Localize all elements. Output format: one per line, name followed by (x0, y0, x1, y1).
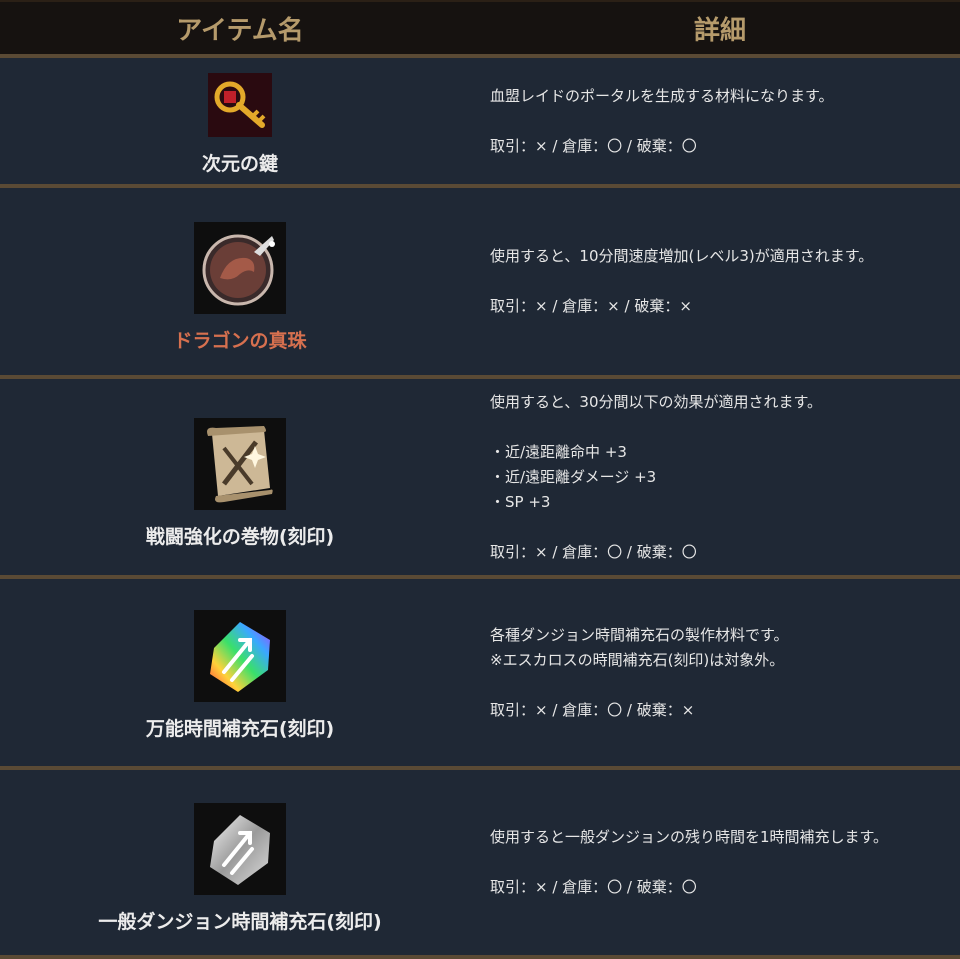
effect-line: ・近/遠距離ダメージ +3 (490, 467, 657, 486)
item-name: ドラゴンの真珠 (173, 330, 307, 352)
trade-info: 取引：× / 倉庫：〇 / 破棄：〇 (490, 542, 697, 561)
table-row: 次元の鍵 血盟レイドのポータルを生成する材料になります。 取引：× / 倉庫：〇… (0, 58, 960, 188)
header-item-name: アイテム名 (176, 15, 304, 46)
detail-line: 使用すると一般ダンジョンの残り時間を1時間補充します。 (490, 828, 889, 846)
table-row: ドラゴンの真珠 使用すると、10分間速度増加(レベル3)が適用されます。 取引：… (0, 188, 960, 379)
item-name: 次元の鍵 (201, 152, 278, 175)
item-name-cell: 万能時間補充石(刻印) (0, 579, 480, 766)
detail-line: 使用すると、30分間以下の効果が適用されます。 (490, 392, 822, 411)
trade-info: 取引：× / 倉庫：〇 / 破棄：〇 (490, 136, 697, 155)
trade-info: 取引：× / 倉庫：〇 / 破棄：× (490, 700, 695, 719)
silver-crystal-icon (194, 803, 286, 895)
item-name-cell: ドラゴンの真珠 (0, 188, 480, 375)
effect-line: ・SP +3 (490, 492, 551, 511)
detail-line: 血盟レイドのポータルを生成する材料になります。 (490, 86, 834, 105)
table-row: 戦闘強化の巻物(刻印) 使用すると、30分間以下の効果が適用されます。 ・近/遠… (0, 379, 960, 579)
item-name: 一般ダンジョン時間補充石(刻印) (98, 911, 382, 933)
detail-line: 各種ダンジョン時間補充石の製作材料です。 (490, 625, 789, 644)
item-name: 戦闘強化の巻物(刻印) (145, 525, 335, 548)
item-name-cell: 次元の鍵 (0, 58, 480, 184)
item-detail-cell: 各種ダンジョン時間補充石の製作材料です。 ※エスカロスの時間補充石(刻印)は対象… (480, 579, 960, 766)
trade-info: 取引：× / 倉庫：× / 破棄：× (490, 297, 692, 315)
item-name-cell: 一般ダンジョン時間補充石(刻印) (0, 770, 480, 955)
detail-line: 使用すると、10分間速度増加(レベル3)が適用されます。 (490, 247, 874, 265)
rainbow-crystal-icon (194, 610, 286, 702)
trade-info: 取引：× / 倉庫：〇 / 破棄：〇 (490, 878, 697, 896)
table-header: アイテム名 詳細 (0, 0, 960, 58)
key-icon (208, 72, 272, 137)
item-name-cell: 戦闘強化の巻物(刻印) (0, 379, 480, 575)
item-detail-cell: 使用すると一般ダンジョンの残り時間を1時間補充します。 取引：× / 倉庫：〇 … (480, 770, 960, 955)
detail-line: ※エスカロスの時間補充石(刻印)は対象外。 (490, 650, 785, 669)
scroll-icon (194, 417, 286, 510)
item-name: 万能時間補充石(刻印) (145, 718, 335, 740)
header-detail: 詳細 (693, 15, 746, 46)
dragon-pearl-icon (194, 222, 286, 314)
effect-line: ・近/遠距離命中 +3 (490, 442, 627, 461)
item-detail-cell: 血盟レイドのポータルを生成する材料になります。 取引：× / 倉庫：〇 / 破棄… (480, 58, 960, 184)
item-table: アイテム名 詳細 次元の鍵 血盟レイドのポータルを生成する材料になります。 取引… (0, 0, 960, 959)
item-detail-cell: 使用すると、30分間以下の効果が適用されます。 ・近/遠距離命中 +3 ・近/遠… (480, 379, 960, 575)
table-row: 一般ダンジョン時間補充石(刻印) 使用すると一般ダンジョンの残り時間を1時間補充… (0, 770, 960, 959)
table-row: 万能時間補充石(刻印) 各種ダンジョン時間補充石の製作材料です。 ※エスカロスの… (0, 579, 960, 770)
item-detail-cell: 使用すると、10分間速度増加(レベル3)が適用されます。 取引：× / 倉庫：×… (480, 188, 960, 375)
